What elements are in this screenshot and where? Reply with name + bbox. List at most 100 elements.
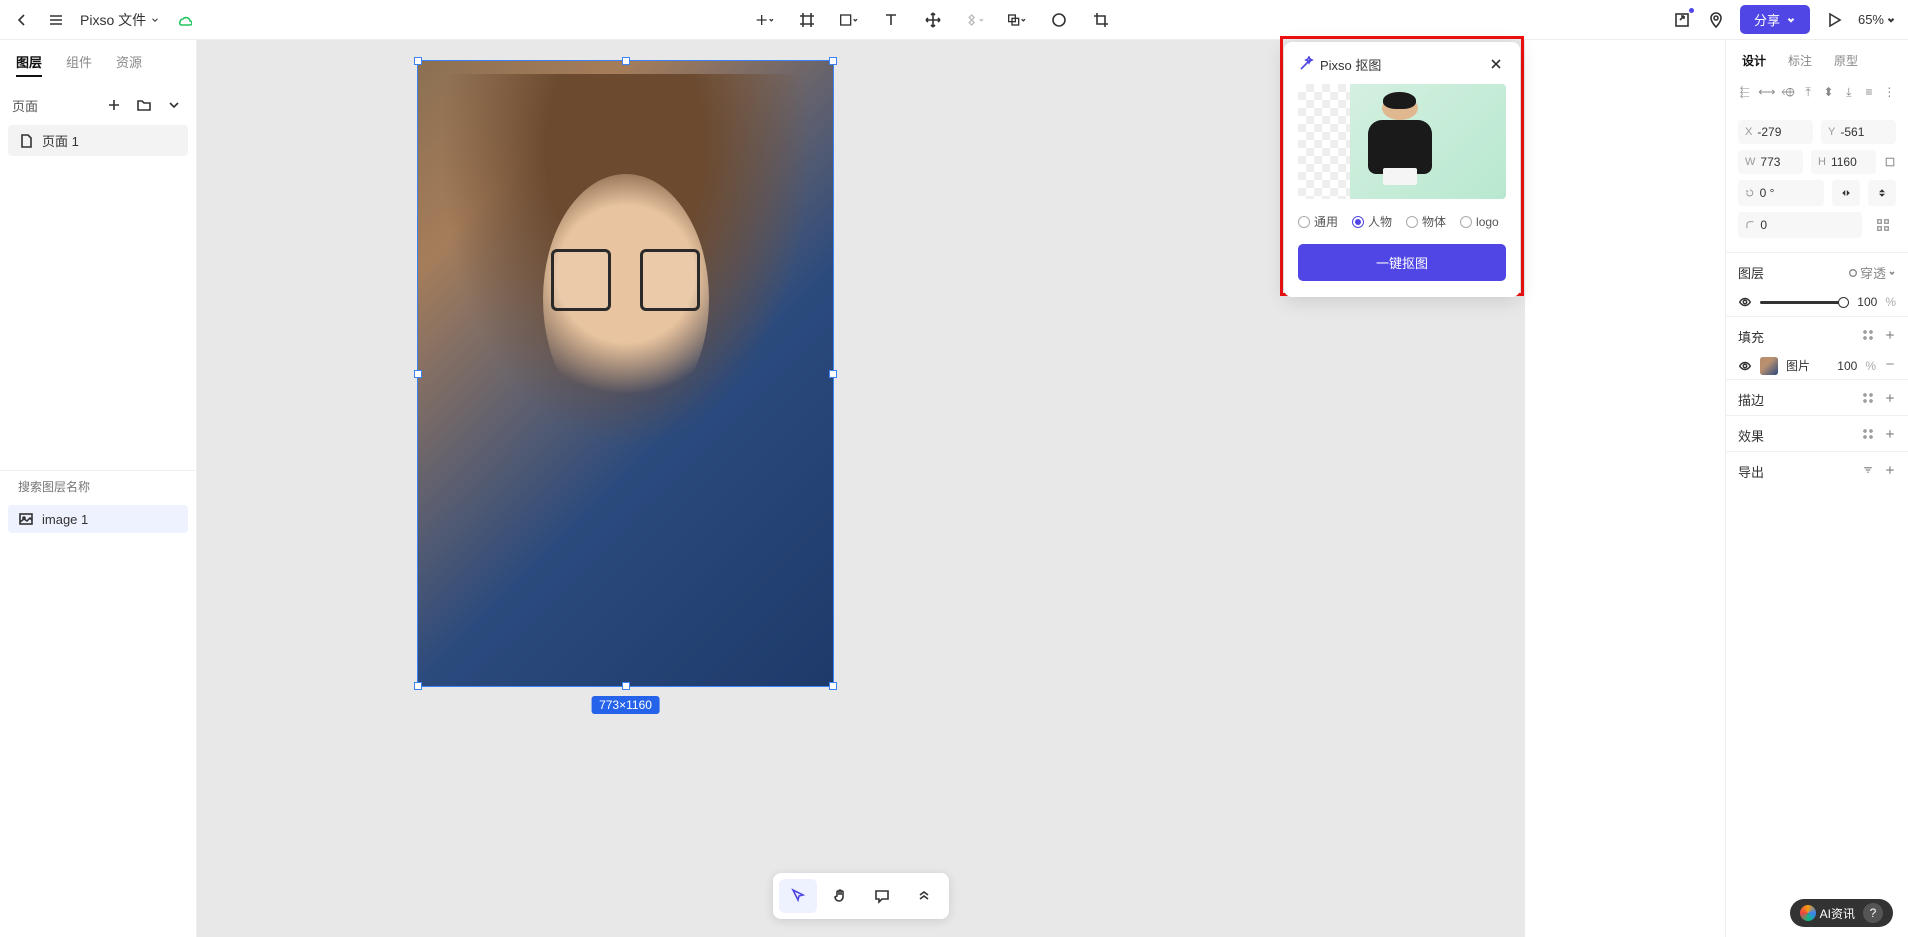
resize-handle-bm[interactable] <box>622 682 630 690</box>
watermark-icon <box>1800 905 1816 921</box>
pointer-tool[interactable] <box>779 879 817 913</box>
fill-section-header: 填充 <box>1726 316 1908 352</box>
align-bottom-icon[interactable]: ⤓ <box>1842 85 1855 100</box>
distribute-h-icon[interactable]: ≡ <box>1862 85 1875 100</box>
play-button[interactable] <box>1824 10 1844 30</box>
left-panel-tabs: 图层 组件 资源 <box>0 40 196 87</box>
align-top-icon[interactable]: ⤒ <box>1802 85 1815 100</box>
align-center-h-icon[interactable]: ⟷ <box>1758 85 1774 100</box>
canvas-toolbar <box>773 873 949 919</box>
align-center-v-icon[interactable]: ⬍ <box>1822 85 1835 100</box>
fill-swatch[interactable] <box>1760 357 1778 375</box>
collapse-pages-icon[interactable] <box>164 95 184 115</box>
option-general[interactable]: 通用 <box>1298 213 1338 230</box>
add-effect-icon[interactable] <box>1884 426 1896 445</box>
option-logo[interactable]: logo <box>1460 213 1499 230</box>
cloud-sync-icon[interactable] <box>174 10 194 30</box>
x-field[interactable]: X <box>1738 120 1813 144</box>
tab-design[interactable]: 设计 <box>1742 52 1766 69</box>
width-field[interactable]: W <box>1738 150 1803 174</box>
file-name[interactable]: Pixso 文件 <box>80 10 160 30</box>
component-tool[interactable] <box>965 10 985 30</box>
tab-annotate[interactable]: 标注 <box>1788 52 1812 69</box>
align-right-icon[interactable]: ⬲ <box>1781 85 1794 100</box>
hand-tool[interactable] <box>821 879 859 913</box>
shape-tool[interactable] <box>839 10 859 30</box>
effect-style-icon[interactable] <box>1862 426 1874 445</box>
export-icon[interactable] <box>1672 10 1692 30</box>
popup-title: Pixso 抠图 <box>1298 55 1381 74</box>
add-fill-icon[interactable] <box>1884 327 1896 346</box>
back-button[interactable] <box>12 10 32 30</box>
pages-label: 页面 <box>12 96 38 115</box>
radius-field[interactable] <box>1738 212 1862 238</box>
resize-handle-tm[interactable] <box>622 57 630 65</box>
opacity-slider[interactable] <box>1760 301 1849 304</box>
add-stroke-icon[interactable] <box>1884 390 1896 409</box>
move-tool[interactable] <box>923 10 943 30</box>
independent-corners-icon[interactable] <box>1870 212 1896 238</box>
tab-layers[interactable]: 图层 <box>16 52 42 77</box>
zoom-level[interactable]: 65% <box>1858 12 1896 27</box>
share-button[interactable]: 分享 <box>1740 5 1810 34</box>
search-input[interactable] <box>18 480 173 494</box>
tab-prototype[interactable]: 原型 <box>1834 52 1858 69</box>
resize-handle-mr[interactable] <box>829 370 837 378</box>
link-dimensions-icon[interactable] <box>1884 150 1896 174</box>
boolean-tool[interactable] <box>1007 10 1027 30</box>
layer-opacity-row: 100 % <box>1726 288 1908 316</box>
menu-button[interactable] <box>46 10 66 30</box>
page-item[interactable]: 页面 1 <box>8 125 188 156</box>
topbar-center-tools <box>194 10 1672 30</box>
option-person[interactable]: 人物 <box>1352 213 1392 230</box>
flip-v-button[interactable] <box>1868 180 1896 206</box>
tab-components[interactable]: 组件 <box>66 52 92 77</box>
height-field[interactable]: H <box>1811 150 1876 174</box>
add-tool[interactable] <box>755 10 775 30</box>
selected-image[interactable]: 773×1160 <box>417 60 834 687</box>
layer-item[interactable]: image 1 <box>8 505 188 533</box>
align-left-icon[interactable]: ⬱ <box>1738 85 1751 100</box>
resize-handle-br[interactable] <box>829 682 837 690</box>
resize-handle-bl[interactable] <box>414 682 422 690</box>
resize-handle-tr[interactable] <box>829 57 837 65</box>
remove-fill-icon[interactable] <box>1884 356 1896 375</box>
cutout-button[interactable]: 一键抠图 <box>1298 244 1506 281</box>
fill-visibility-icon[interactable] <box>1738 358 1752 374</box>
close-popup-button[interactable] <box>1486 54 1506 74</box>
add-page-icon[interactable] <box>104 95 124 115</box>
fill-style-icon[interactable] <box>1862 327 1874 346</box>
option-object[interactable]: 物体 <box>1406 213 1446 230</box>
export-settings-icon[interactable] <box>1862 462 1874 481</box>
crop-tool[interactable] <box>1091 10 1111 30</box>
opacity-value[interactable]: 100 <box>1857 295 1877 309</box>
ellipse-tool[interactable] <box>1049 10 1069 30</box>
stroke-section-label: 描边 <box>1738 390 1764 409</box>
distribute-v-icon[interactable]: ⋮ <box>1883 85 1896 100</box>
image-content <box>418 61 833 686</box>
fill-type-label[interactable]: 图片 <box>1786 357 1829 374</box>
location-icon[interactable] <box>1706 10 1726 30</box>
frame-tool[interactable] <box>797 10 817 30</box>
rotation-field[interactable] <box>1738 180 1824 206</box>
layer-section-header: 图层 穿透 <box>1726 253 1908 288</box>
comment-tool[interactable] <box>863 879 901 913</box>
right-panel-tabs: 设计 标注 原型 <box>1726 40 1908 79</box>
page-icon <box>18 133 34 149</box>
tab-assets[interactable]: 资源 <box>116 52 142 77</box>
fill-opacity-value[interactable]: 100 <box>1837 359 1857 373</box>
visibility-icon[interactable] <box>1738 294 1752 310</box>
pages-folder-icon[interactable] <box>134 95 154 115</box>
preview-person <box>1367 96 1434 194</box>
text-tool[interactable] <box>881 10 901 30</box>
resize-handle-ml[interactable] <box>414 370 422 378</box>
flip-h-button[interactable] <box>1832 180 1860 206</box>
resize-handle-tl[interactable] <box>414 57 422 65</box>
stroke-style-icon[interactable] <box>1862 390 1874 409</box>
dimension-label: 773×1160 <box>591 696 660 714</box>
layer-mode-dropdown[interactable]: 穿透 <box>1848 263 1896 282</box>
add-export-icon[interactable] <box>1884 462 1896 481</box>
y-field[interactable]: Y <box>1821 120 1896 144</box>
help-icon[interactable]: ? <box>1863 903 1883 923</box>
more-tools[interactable] <box>905 879 943 913</box>
